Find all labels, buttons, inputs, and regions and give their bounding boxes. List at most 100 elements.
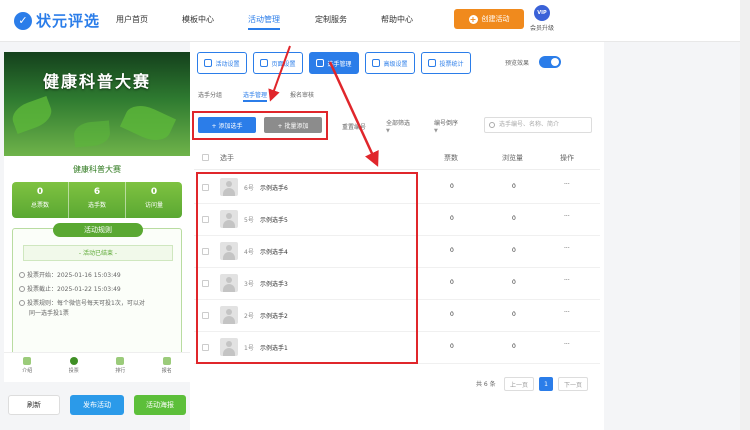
preview-nav-rank[interactable]: 排行 [97,353,144,382]
nav-item-activity-management[interactable]: 活动管理 [248,14,280,30]
nav-item-custom-service[interactable]: 定制服务 [315,14,347,25]
logo[interactable]: ✓ 状元评选 [14,10,100,31]
row-checkbox[interactable] [202,248,209,255]
table-row: 5号 示例选手5 0 0 ··· [194,204,600,236]
preview-actions: 刷新 发布活动 活动海报 [0,392,190,418]
preview-bottom-nav: 介绍 投票 排行 报名 [4,352,190,382]
leaf-decoration [119,99,177,147]
tool-activity-settings[interactable]: 活动设置 [197,52,247,74]
more-options-icon[interactable]: ··· [564,309,570,316]
table-row: 3号 示例选手3 0 0 ··· [194,268,600,300]
nav-item-home[interactable]: 用户首页 [116,14,148,25]
rules-title: 活动规则 [53,223,143,237]
contestant-avatar [220,338,238,356]
header-actions: 操作 [560,154,574,162]
contestant-views: 0 [512,247,516,254]
row-checkbox[interactable] [202,344,209,351]
subtab-groups[interactable]: 选手分组 [198,90,222,99]
contestant-number: 5号 [244,217,254,224]
header-votes: 票数 [444,154,458,162]
more-options-icon[interactable]: ··· [564,341,570,348]
contestant-name[interactable]: 示例选手2 [260,311,288,320]
more-options-icon[interactable]: ··· [564,213,570,220]
renumber-button[interactable]: 重置编号 [342,122,366,131]
row-checkbox[interactable] [202,184,209,191]
preview-nav-intro[interactable]: 介绍 [4,353,51,382]
contestant-avatar [220,306,238,324]
table-header: 选手 票数 浏览量 操作 [194,146,600,170]
contestant-views: 0 [512,311,516,318]
more-options-icon[interactable]: ··· [564,277,570,284]
contestant-name[interactable]: 示例选手6 [260,183,288,192]
subtab-contestants[interactable]: 选手管理 [243,90,268,102]
contestant-votes: 0 [450,279,454,286]
top-nav: ✓ 状元评选 用户首页 模板中心 活动管理 定制服务 帮助中心 + 创建活动 V… [0,0,750,42]
nav-item-templates[interactable]: 模板中心 [182,14,214,25]
refresh-button[interactable]: 刷新 [8,395,60,415]
contestant-votes: 0 [450,247,454,254]
pagination-total: 共 6 条 [476,381,496,388]
row-checkbox[interactable] [202,216,209,223]
preview-nav-signup[interactable]: 报名 [144,353,191,382]
vip-label: 会员升级 [529,25,554,32]
logo-icon: ✓ [14,11,32,30]
prev-page-button[interactable]: 上一页 [504,377,534,391]
contestant-name[interactable]: 示例选手4 [260,247,288,256]
publish-button[interactable]: 发布活动 [70,395,124,415]
tool-vote-stats[interactable]: 投票统计 [421,52,471,74]
page-scrollbar[interactable] [740,0,750,430]
create-activity-button[interactable]: + 创建活动 [454,9,524,29]
contestant-views: 0 [512,279,516,286]
table-row: 1号 示例选手1 0 0 ··· [194,332,600,364]
stat-contestants: 6 选手数 [69,182,126,218]
table-row: 2号 示例选手2 0 0 ··· [194,300,600,332]
trophy-icon [116,357,125,365]
nav-item-help[interactable]: 帮助中心 [381,14,413,25]
more-options-icon[interactable]: ··· [564,181,570,188]
mobile-preview: 健康科普大赛 健康科普大赛 0 总票数 6 选手数 0 访问量 活动规则 - 活动已结… [4,52,190,382]
row-checkbox[interactable] [202,312,209,319]
vote-icon [69,357,78,365]
contestant-name[interactable]: 示例选手3 [260,279,288,288]
highlight-box-actions [192,111,328,140]
create-activity-label: 创建活动 [481,15,510,23]
chart-icon [428,59,437,67]
poster-button[interactable]: 活动海报 [134,395,186,415]
contest-title: 健康科普大赛 [73,165,121,174]
stat-visits: 0 访问量 [144,187,163,209]
logo-text: 状元评选 [36,12,101,30]
rule-end-time: 投票截止：2025-01-22 15:03:49 [19,285,121,294]
advanced-icon [372,59,381,67]
preview-nav-vote[interactable]: 投票 [51,353,98,382]
table-row: 6号 示例选手6 0 0 ··· [194,172,600,204]
tool-advanced-settings[interactable]: 高级设置 [365,52,415,74]
contestant-views: 0 [512,183,516,190]
contestant-avatar [220,242,238,260]
plus-icon: + [468,14,478,24]
tool-contestant-management[interactable]: 选手管理 [309,52,359,74]
contestant-name[interactable]: 示例选手5 [260,215,288,224]
preview-toggle[interactable] [539,56,561,68]
settings-icon [204,59,213,67]
next-page-button[interactable]: 下一页 [558,377,588,391]
sort-dropdown[interactable]: 编号倒序 ▼ [434,118,458,134]
stat-total-votes: 0 总票数 [12,182,69,218]
page-1-button[interactable]: 1 [539,377,553,391]
more-options-icon[interactable]: ··· [564,245,570,252]
rule-start-time: 投票开始：2025-01-16 15:03:49 [19,271,121,280]
contestant-votes: 0 [450,311,454,318]
filter-all-dropdown[interactable]: 全部筛选 ▼ [386,118,410,134]
contestant-avatar [220,274,238,292]
select-all-checkbox[interactable] [202,154,209,161]
search-icon [489,122,495,128]
vip-icon: VIP [534,5,550,21]
header-views: 浏览量 [502,154,523,162]
search-input[interactable]: 选手编号、名称、简介 [484,117,592,133]
tool-page-settings[interactable]: 页面设置 [253,52,303,74]
vip-upgrade[interactable]: VIP 会员升级 [527,5,557,32]
contestant-avatar [220,178,238,196]
contestant-name[interactable]: 示例选手1 [260,343,288,352]
row-checkbox[interactable] [202,280,209,287]
management-panel: 活动设置 页面设置 选手管理 高级设置 投票统计 预览效果 选手分组 选手管理 … [190,42,604,430]
subtab-signup-review[interactable]: 报名审核 [290,90,314,99]
